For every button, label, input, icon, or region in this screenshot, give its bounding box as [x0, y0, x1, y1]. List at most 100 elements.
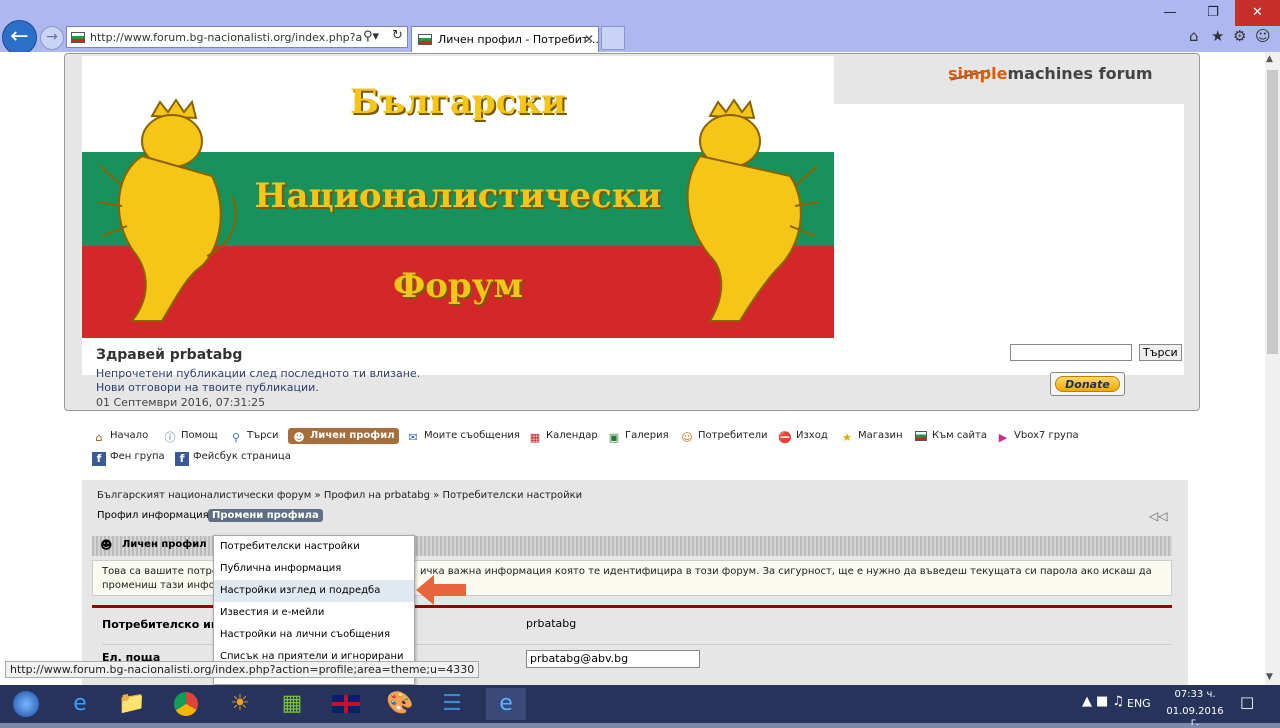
forward-button[interactable]: →: [40, 26, 64, 50]
menu-label: Фейсбук страница: [193, 451, 291, 462]
menu-label: Галерия: [625, 430, 669, 441]
menu-item-logout[interactable]: ⛔ Изход: [778, 428, 828, 444]
breadcrumb: Българският националистически форум » Пр…: [97, 490, 583, 501]
breadcrumb-item[interactable]: Профил на prbatabg: [324, 490, 430, 501]
arrow-left-icon: ←: [10, 24, 29, 49]
breadcrumb-item[interactable]: Българският националистически форум: [97, 490, 311, 501]
donate-button[interactable]: Donate: [1050, 372, 1125, 396]
facebook-icon: f: [92, 452, 106, 466]
minimize-button[interactable]: —: [1148, 0, 1192, 26]
menu-item-help[interactable]: ⓘ Помощ: [163, 428, 218, 444]
banner-title-line1: Български: [349, 82, 567, 122]
start-button[interactable]: [6, 688, 46, 720]
donate-label: Donate: [1055, 376, 1120, 392]
info-text-left: Това са вашите потреб: [102, 566, 225, 577]
taskbar-uk-flag-icon[interactable]: [326, 688, 366, 720]
logo-part2: machines forum: [1007, 64, 1153, 83]
menu-label: Магазин: [858, 430, 903, 441]
menu-item-profile[interactable]: ☻ Личен профил: [288, 428, 399, 444]
scrollbar-thumb[interactable]: [1267, 70, 1278, 354]
menu-item-calendar[interactable]: ▦ Календар: [528, 428, 598, 444]
tray-date[interactable]: 01.09.2016 г.: [1162, 706, 1228, 728]
home-icon[interactable]: ⌂: [1189, 27, 1199, 45]
tab-edit-profile[interactable]: Промени профила: [208, 509, 323, 522]
taskbar-paint-icon[interactable]: 🎨: [380, 688, 420, 720]
menu-label: Изход: [796, 430, 828, 441]
tray-icons[interactable]: ▲■♫: [1082, 694, 1128, 709]
taskbar-ie-icon[interactable]: e: [486, 688, 526, 720]
restore-button[interactable]: ❐: [1192, 0, 1234, 26]
back-button[interactable]: ←: [2, 20, 37, 55]
info-text-line2: промениш тази инфор: [102, 580, 222, 591]
taskbar-chrome-icon[interactable]: [166, 688, 206, 720]
house-icon: ⌂: [95, 431, 103, 444]
menu-item-shop[interactable]: ★ Магазин: [840, 428, 903, 444]
gallery-icon: ▣: [608, 431, 620, 444]
menu-label: Потребители: [698, 430, 768, 441]
dropdown-item-notifications[interactable]: Известия и е-мейли: [214, 602, 414, 624]
taskbar-app-icon[interactable]: ☀: [220, 688, 260, 720]
menu-item-gallery[interactable]: ▣ Галерия: [607, 428, 669, 444]
dropdown-item-pm-settings[interactable]: Настройки на лични съобщения: [214, 624, 414, 646]
menu-item-site[interactable]: Към сайта: [914, 428, 987, 444]
menu-label: Към сайта: [932, 430, 987, 441]
favicon-icon: [71, 32, 85, 43]
tab-profile-info[interactable]: Профил информация: [97, 510, 209, 521]
smiley-icon[interactable]: ☺: [1255, 27, 1271, 45]
banner-title-line3: Форум: [392, 266, 523, 306]
taskbar-stack-icon[interactable]: ☰: [432, 688, 472, 720]
scroll-up-icon[interactable]: ▲: [1266, 54, 1273, 64]
menu-item-members[interactable]: ☺ Потребители: [680, 428, 768, 444]
search-icon: ⚲: [231, 431, 241, 444]
menu-label: Търси: [247, 430, 279, 441]
logo-part1: simple: [948, 64, 1008, 83]
arrow-right-icon: →: [46, 29, 58, 45]
current-datetime: 01 Септември 2016, 07:31:25: [96, 396, 266, 409]
menu-item-messages[interactable]: ✉ Моите съобщения: [406, 428, 519, 444]
tray-time[interactable]: 07:33 ч.: [1162, 689, 1228, 700]
dropdown-item-account-settings[interactable]: Потребителски настройки: [214, 536, 414, 558]
mail-icon: ✉: [408, 431, 418, 444]
category-title: Личен профил: [122, 539, 207, 550]
forum-banner[interactable]: Български Националистически Форум: [82, 56, 834, 338]
menu-label: Фен група: [110, 451, 165, 462]
email-field[interactable]: prbatabg@abv.bg: [526, 650, 700, 668]
arrow-left-icon: [416, 575, 466, 605]
close-tab-icon[interactable]: ✕: [584, 32, 594, 46]
user-icon: ☻: [100, 538, 113, 552]
web-page: simplemachines forum Български Национали…: [0, 52, 1265, 685]
menu-label: Календар: [546, 430, 598, 441]
unread-posts-link[interactable]: Непрочетени публикации след последното т…: [96, 367, 420, 380]
refresh-icon[interactable]: ↻: [392, 28, 403, 43]
search-icon[interactable]: ⚲▾: [363, 29, 379, 44]
dropdown-item-public-info[interactable]: Публична информация: [214, 558, 414, 580]
menu-item-fan-group[interactable]: f Фен група: [92, 449, 165, 466]
menu-label: Начало: [110, 430, 149, 441]
scroll-down-icon[interactable]: ▼: [1266, 672, 1273, 682]
new-replies-link[interactable]: Нови отговори на твоите публикации.: [96, 381, 319, 394]
tray-language[interactable]: ENG: [1127, 697, 1151, 710]
menu-item-search[interactable]: ⚲ Търси: [229, 428, 279, 444]
windows-logo-icon: [13, 691, 39, 717]
collapse-icon[interactable]: ◁◁: [1149, 509, 1167, 523]
user-icon: ☻: [293, 431, 305, 444]
taskbar-explorer-icon[interactable]: 📁: [112, 688, 152, 720]
breadcrumb-item[interactable]: Потребителски настройки: [442, 490, 582, 501]
menu-item-home[interactable]: ⌂ Начало: [92, 428, 149, 444]
favorites-star-icon[interactable]: ★: [1211, 27, 1224, 45]
dropdown-item-look-layout[interactable]: Настройки изглед и подредба: [214, 580, 414, 602]
notification-icon[interactable]: □: [1240, 693, 1254, 711]
new-tab-button[interactable]: [601, 26, 625, 50]
search-input[interactable]: [1010, 344, 1132, 361]
address-bar[interactable]: http://www.forum.bg-nacionalisti.org/ind…: [66, 26, 408, 48]
search-button[interactable]: Търси: [1139, 344, 1182, 361]
gear-icon[interactable]: ⚙: [1233, 27, 1246, 45]
smf-logo[interactable]: simplemachines forum: [948, 64, 1153, 83]
taskbar-edge-icon[interactable]: e: [60, 688, 100, 720]
browser-tab[interactable]: Личен профил - Потребит... ✕: [411, 26, 599, 52]
taskbar-chart-app-icon[interactable]: ▦: [272, 688, 312, 720]
menu-item-fb-page[interactable]: f Фейсбук страница: [175, 449, 291, 466]
menu-item-vbox7[interactable]: ▶ Vbox7 група: [996, 428, 1079, 444]
username-label: Потребителско им: [102, 618, 220, 631]
close-window-button[interactable]: ✕: [1235, 0, 1280, 26]
